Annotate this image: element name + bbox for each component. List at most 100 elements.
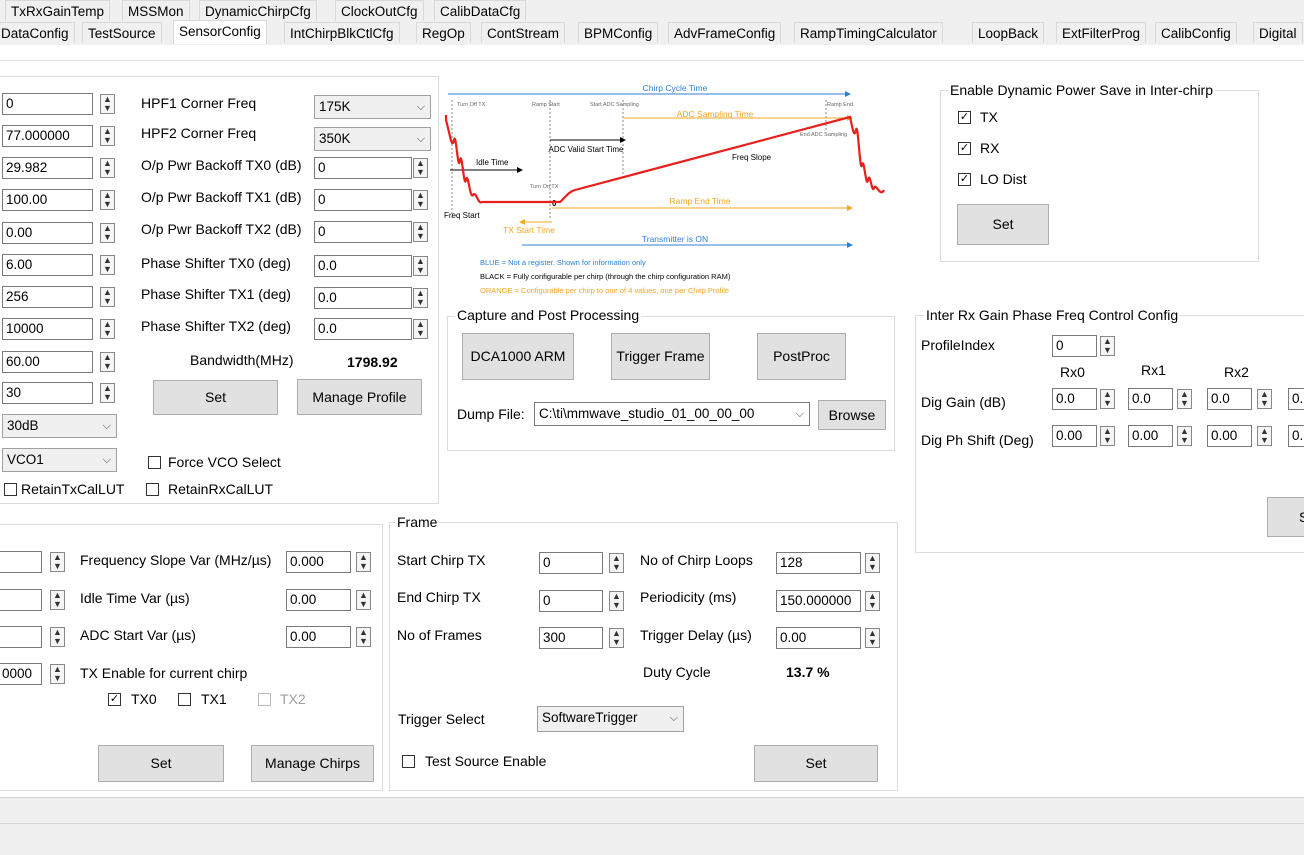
spin-button[interactable]: ▲ ▼ [413,288,428,308]
rx-gain-field[interactable]: 30 [2,382,93,404]
spin-button[interactable]: ▲ ▼ [1177,389,1192,409]
tab-advframeconfig[interactable]: AdvFrameConfig [668,22,782,43]
chirp-loops-field[interactable]: 128 [776,552,861,574]
spin-button[interactable]: ▲ ▼ [865,591,880,611]
spin-button[interactable]: ▲ ▼ [100,126,115,146]
tab-extfilterprog[interactable]: ExtFilterProg [1056,22,1147,43]
tab-sensorconfig[interactable]: SensorConfig [173,20,267,44]
backoff-tx2-field[interactable]: 0 [314,221,412,243]
tab-mssmon[interactable]: MSSMon [122,0,190,21]
dump-file-select[interactable]: C:\ti\mmwave_studio_01_00_00_00 ⌵ [534,402,810,426]
frames-field[interactable]: 300 [539,627,603,649]
dig-gain-rx1-field[interactable]: 0.0 [1128,388,1173,410]
spin-button[interactable]: ▲ ▼ [413,158,428,178]
tab-intchirpblkctlcfg[interactable]: IntChirpBlkCtlCfg [284,22,400,43]
tab-loopback[interactable]: LoopBack [972,22,1045,43]
chirp-tx2-checkbox[interactable] [258,693,271,706]
inter-rx-set-button[interactable]: S [1267,497,1304,537]
chirp-tx1-checkbox[interactable] [178,693,191,706]
tab-contstream[interactable]: ContStream [481,22,566,43]
tab-calibdatacfg[interactable]: CalibDataCfg [434,0,527,21]
profile-index-field[interactable]: 0 [1052,335,1097,357]
ps-lo-checkbox[interactable]: ✓ [958,173,971,186]
chirp-var-field[interactable] [0,626,42,648]
spin-button[interactable]: ▲ ▼ [50,627,65,647]
phase-shifter-tx2-field[interactable]: 0.0 [314,318,412,340]
start-chirp-field[interactable]: 0 [539,552,603,574]
tab-bpmconfig[interactable]: BPMConfig [578,22,659,43]
spin-button[interactable]: ▲ ▼ [865,553,880,573]
chirp-var-field[interactable] [0,589,42,611]
trigger-delay-field[interactable]: 0.00 [776,627,861,649]
chirp-end-field[interactable]: 0000 [0,663,42,685]
postproc-button[interactable]: PostProc [757,333,846,380]
chirp-var-field[interactable] [0,551,42,573]
spin-button[interactable]: ▲ ▼ [1100,426,1115,446]
freq-slope-var-field[interactable]: 0.000 [286,551,351,573]
adc-start-var-field[interactable]: 0.00 [286,626,351,648]
spin-button[interactable]: ▲ ▼ [100,94,115,114]
backoff-tx0-field[interactable]: 0 [314,157,412,179]
tab-calibconfig[interactable]: CalibConfig [1155,22,1237,43]
spin-button[interactable]: ▲ ▼ [50,664,65,684]
spin-button[interactable]: ▲ ▼ [1257,426,1272,446]
spin-button[interactable]: ▲ ▼ [50,552,65,572]
dca1000-arm-button[interactable]: DCA1000 ARM [462,333,574,380]
freq-slope-field[interactable]: 29.982 [2,157,93,179]
spin-button[interactable]: ▲ ▼ [609,628,624,648]
spin-button[interactable]: ▲ ▼ [100,287,115,307]
spin-button[interactable]: ▲ ▼ [1100,389,1115,409]
spin-button[interactable]: ▲ ▼ [413,319,428,339]
tab-txrxgaintemp[interactable]: TxRxGainTemp [5,0,111,21]
spin-button[interactable]: ▲ ▼ [100,190,115,210]
spin-button[interactable]: ▲ ▼ [609,553,624,573]
phase-shifter-tx1-field[interactable]: 0.0 [314,287,412,309]
chirp-tx0-checkbox[interactable]: ✓ [108,693,121,706]
idle-time-field[interactable]: 100.00 [2,189,93,211]
profile-set-button[interactable]: Set [153,380,278,415]
backoff-tx1-field[interactable]: 0 [314,189,412,211]
spin-button[interactable]: ▲ ▼ [50,590,65,610]
force-vco-checkbox[interactable] [148,456,161,469]
idle-time-var-field[interactable]: 0.00 [286,589,351,611]
ps-tx-checkbox[interactable]: ✓ [958,111,971,124]
rf-gain-target-select[interactable]: 30dB ⌵ [2,414,117,438]
spin-button[interactable]: ▲ ▼ [356,627,371,647]
spin-button[interactable]: ▲ ▼ [100,352,115,372]
tab-dynamicchirpcfg[interactable]: DynamicChirpCfg [199,0,317,21]
spin-button[interactable]: ▲ ▼ [1100,336,1115,356]
spin-button[interactable]: ▲ ▼ [413,190,428,210]
dig-gain-rx3-field[interactable]: 0. [1288,388,1304,410]
spin-button[interactable]: ▲ ▼ [100,383,115,403]
phase-shifter-tx0-field[interactable]: 0.0 [314,255,412,277]
ramp-end-time-field[interactable]: 60.00 [2,351,93,373]
tab-dataconfig[interactable]: DataConfig [0,22,75,43]
tab-regop[interactable]: RegOp [416,22,471,43]
spin-button[interactable]: ▲ ▼ [100,158,115,178]
ps-rx-checkbox[interactable]: ✓ [958,142,971,155]
adc-samples-field[interactable]: 256 [2,286,93,308]
tx-start-time-field[interactable]: 0.00 [2,222,93,244]
dig-phase-rx2-field[interactable]: 0.00 [1207,425,1252,447]
manage-profile-button[interactable]: Manage Profile [297,379,422,415]
tab-clockoutcfg[interactable]: ClockOutCfg [335,0,424,21]
chirp-set-button[interactable]: Set [98,745,224,782]
spin-button[interactable]: ▲ ▼ [100,255,115,275]
spin-button[interactable]: ▲ ▼ [1257,389,1272,409]
dig-phase-rx1-field[interactable]: 0.00 [1128,425,1173,447]
spin-button[interactable]: ▲ ▼ [100,223,115,243]
spin-button[interactable]: ▲ ▼ [865,628,880,648]
spin-button[interactable]: ▲ ▼ [1177,426,1192,446]
test-source-checkbox[interactable] [402,755,415,768]
spin-button[interactable]: ▲ ▼ [356,552,371,572]
trigger-frame-button[interactable]: Trigger Frame [611,333,710,380]
sample-rate-field[interactable]: 10000 [2,318,93,340]
trigger-select[interactable]: SoftwareTrigger ⌵ [537,706,684,732]
vco-select[interactable]: VCO1 ⌵ [2,448,117,472]
tab-testsource[interactable]: TestSource [82,22,162,43]
retain-rx-cal-checkbox[interactable] [146,483,159,496]
manage-chirps-button[interactable]: Manage Chirps [251,745,374,782]
spin-button[interactable]: ▲ ▼ [413,222,428,242]
browse-button[interactable]: Browse [818,400,886,430]
dig-phase-rx0-field[interactable]: 0.00 [1052,425,1097,447]
